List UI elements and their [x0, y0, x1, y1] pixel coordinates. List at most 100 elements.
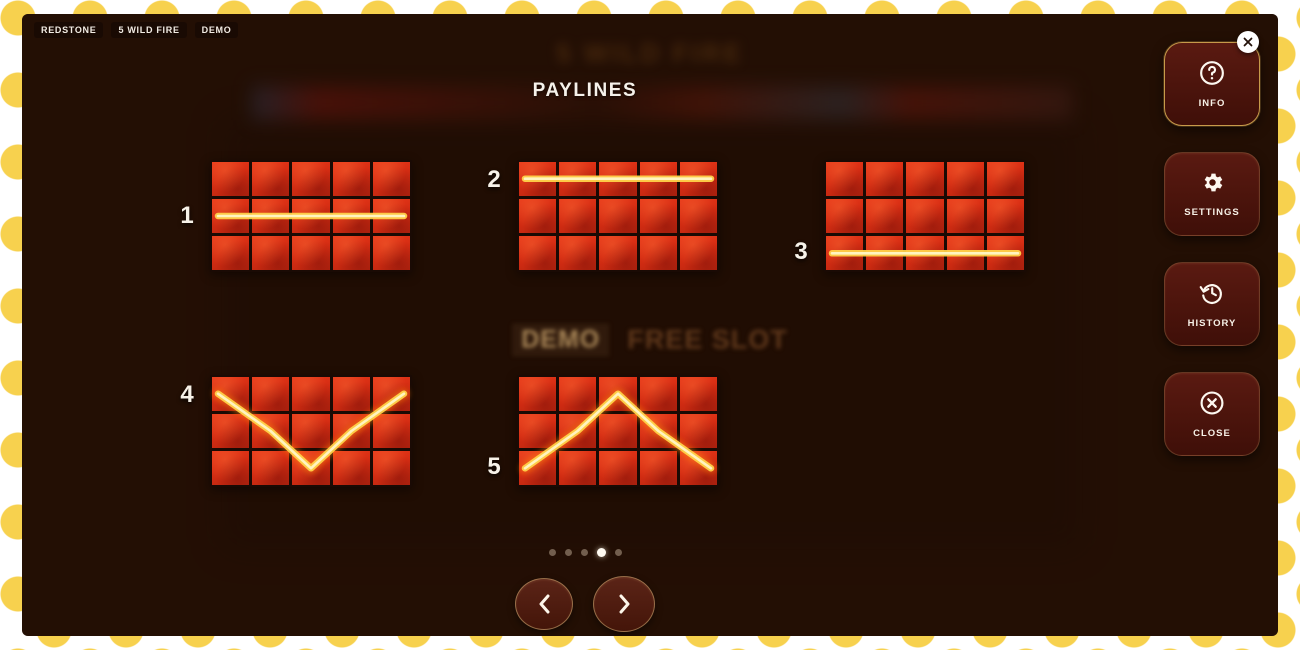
- payline-number: 2: [487, 166, 501, 193]
- reel-cell: [252, 414, 290, 448]
- reel-cell: [332, 236, 370, 270]
- reel-cell: [332, 199, 370, 233]
- paylines-grid-area: 1 2 3 4 5: [22, 14, 1278, 636]
- payline-item: 5: [481, 375, 719, 487]
- reel-cell: [372, 236, 410, 270]
- reel-cell: [372, 451, 410, 485]
- close-button-label: CLOSE: [1193, 427, 1231, 439]
- reel-cell: [559, 199, 597, 233]
- reel-cell: [639, 162, 677, 196]
- payline-reel-grid: [517, 160, 719, 272]
- reel-cell: [332, 377, 370, 411]
- gear-icon: [1200, 170, 1225, 200]
- info-button[interactable]: INFO: [1164, 31, 1260, 126]
- reel-cell: [332, 414, 370, 448]
- pagination-dot[interactable]: [564, 549, 572, 556]
- reel-cell: [212, 377, 250, 411]
- reel-cell: [559, 377, 597, 411]
- reel-cell: [599, 451, 637, 485]
- close-circle-icon: [1199, 390, 1225, 421]
- payline-number: 5: [487, 453, 501, 480]
- history-button-label: HISTORY: [1187, 317, 1237, 329]
- reel-cell: [292, 451, 330, 485]
- reel-cell: [519, 414, 557, 448]
- reel-cell: [372, 199, 410, 233]
- reel-cell: [519, 377, 557, 411]
- reel-cell: [639, 377, 677, 411]
- reel-cell: [212, 414, 250, 448]
- chevron-left-icon: [539, 594, 549, 614]
- pagination-dot[interactable]: [614, 549, 622, 556]
- reel-cell: [946, 199, 984, 233]
- reel-cell: [292, 414, 330, 448]
- game-viewport: 5 WILD FIRE DEMO FREE SLOT REDSTONE 5 WI…: [22, 14, 1278, 636]
- reel-cell: [866, 236, 904, 270]
- reel-cell: [212, 199, 250, 233]
- reel-cell: [679, 236, 717, 270]
- reel-cell: [252, 236, 290, 270]
- history-button[interactable]: HISTORY: [1164, 262, 1260, 346]
- reel-cell: [679, 414, 717, 448]
- reel-cell: [559, 236, 597, 270]
- reel-cell: [252, 451, 290, 485]
- reel-cell: [639, 199, 677, 233]
- info-button-label: INFO: [1198, 97, 1226, 109]
- reel-cell: [679, 162, 717, 196]
- settings-button[interactable]: SETTINGS: [1164, 152, 1260, 236]
- close-button[interactable]: CLOSE: [1164, 372, 1260, 456]
- reel-cell: [519, 162, 557, 196]
- pagination-dot[interactable]: [548, 549, 556, 556]
- pagination-dot[interactable]: [580, 549, 588, 556]
- reel-cell: [866, 199, 904, 233]
- payline-item: 4: [174, 375, 412, 487]
- history-clock-icon: [1199, 280, 1225, 311]
- pagination-dot[interactable]: [596, 548, 606, 557]
- reel-cell: [559, 451, 597, 485]
- payline-number: 3: [794, 238, 808, 265]
- payline-item: 2: [481, 160, 719, 272]
- reel-cell: [826, 236, 864, 270]
- reel-cell: [639, 414, 677, 448]
- reel-cell: [332, 162, 370, 196]
- pagination-dots[interactable]: [22, 548, 1278, 557]
- reel-cell: [826, 199, 864, 233]
- chevron-right-icon: [619, 594, 629, 614]
- reel-cells: [517, 160, 719, 272]
- reel-cell: [639, 451, 677, 485]
- reel-cell: [559, 414, 597, 448]
- reel-cell: [559, 162, 597, 196]
- pagination-nav: [22, 576, 1278, 632]
- tag-mode: DEMO: [194, 22, 239, 38]
- reel-cell: [946, 236, 984, 270]
- reel-cell: [372, 414, 410, 448]
- payline-number: 1: [180, 202, 194, 229]
- reel-cell: [599, 162, 637, 196]
- next-page-button[interactable]: [593, 576, 655, 632]
- tag-game: 5 WILD FIRE: [111, 22, 187, 38]
- reel-cell: [599, 199, 637, 233]
- prev-page-button[interactable]: [515, 578, 573, 630]
- close-badge-button[interactable]: [1237, 31, 1259, 53]
- info-circle-icon: [1199, 60, 1225, 91]
- reel-cell: [639, 236, 677, 270]
- reel-cell: [826, 162, 864, 196]
- game-tags: REDSTONE 5 WILD FIRE DEMO: [34, 22, 239, 38]
- reel-cell: [679, 377, 717, 411]
- settings-button-label: SETTINGS: [1184, 207, 1240, 218]
- reel-cell: [292, 236, 330, 270]
- reel-cell: [252, 199, 290, 233]
- reel-cell: [599, 236, 637, 270]
- reel-cell: [292, 199, 330, 233]
- reel-cell: [372, 377, 410, 411]
- reel-cell: [866, 162, 904, 196]
- payline-number: 4: [180, 381, 194, 408]
- reel-cell: [906, 162, 944, 196]
- reel-cell: [519, 199, 557, 233]
- reel-cell: [252, 162, 290, 196]
- reel-cell: [519, 236, 557, 270]
- payline-reel-grid: [517, 375, 719, 487]
- reel-cell: [599, 377, 637, 411]
- decorative-frame: 5 WILD FIRE DEMO FREE SLOT REDSTONE 5 WI…: [0, 0, 1300, 650]
- side-button-bar: INFO SETTINGS HISTORY CLOSE: [1164, 31, 1260, 456]
- reel-cell: [212, 162, 250, 196]
